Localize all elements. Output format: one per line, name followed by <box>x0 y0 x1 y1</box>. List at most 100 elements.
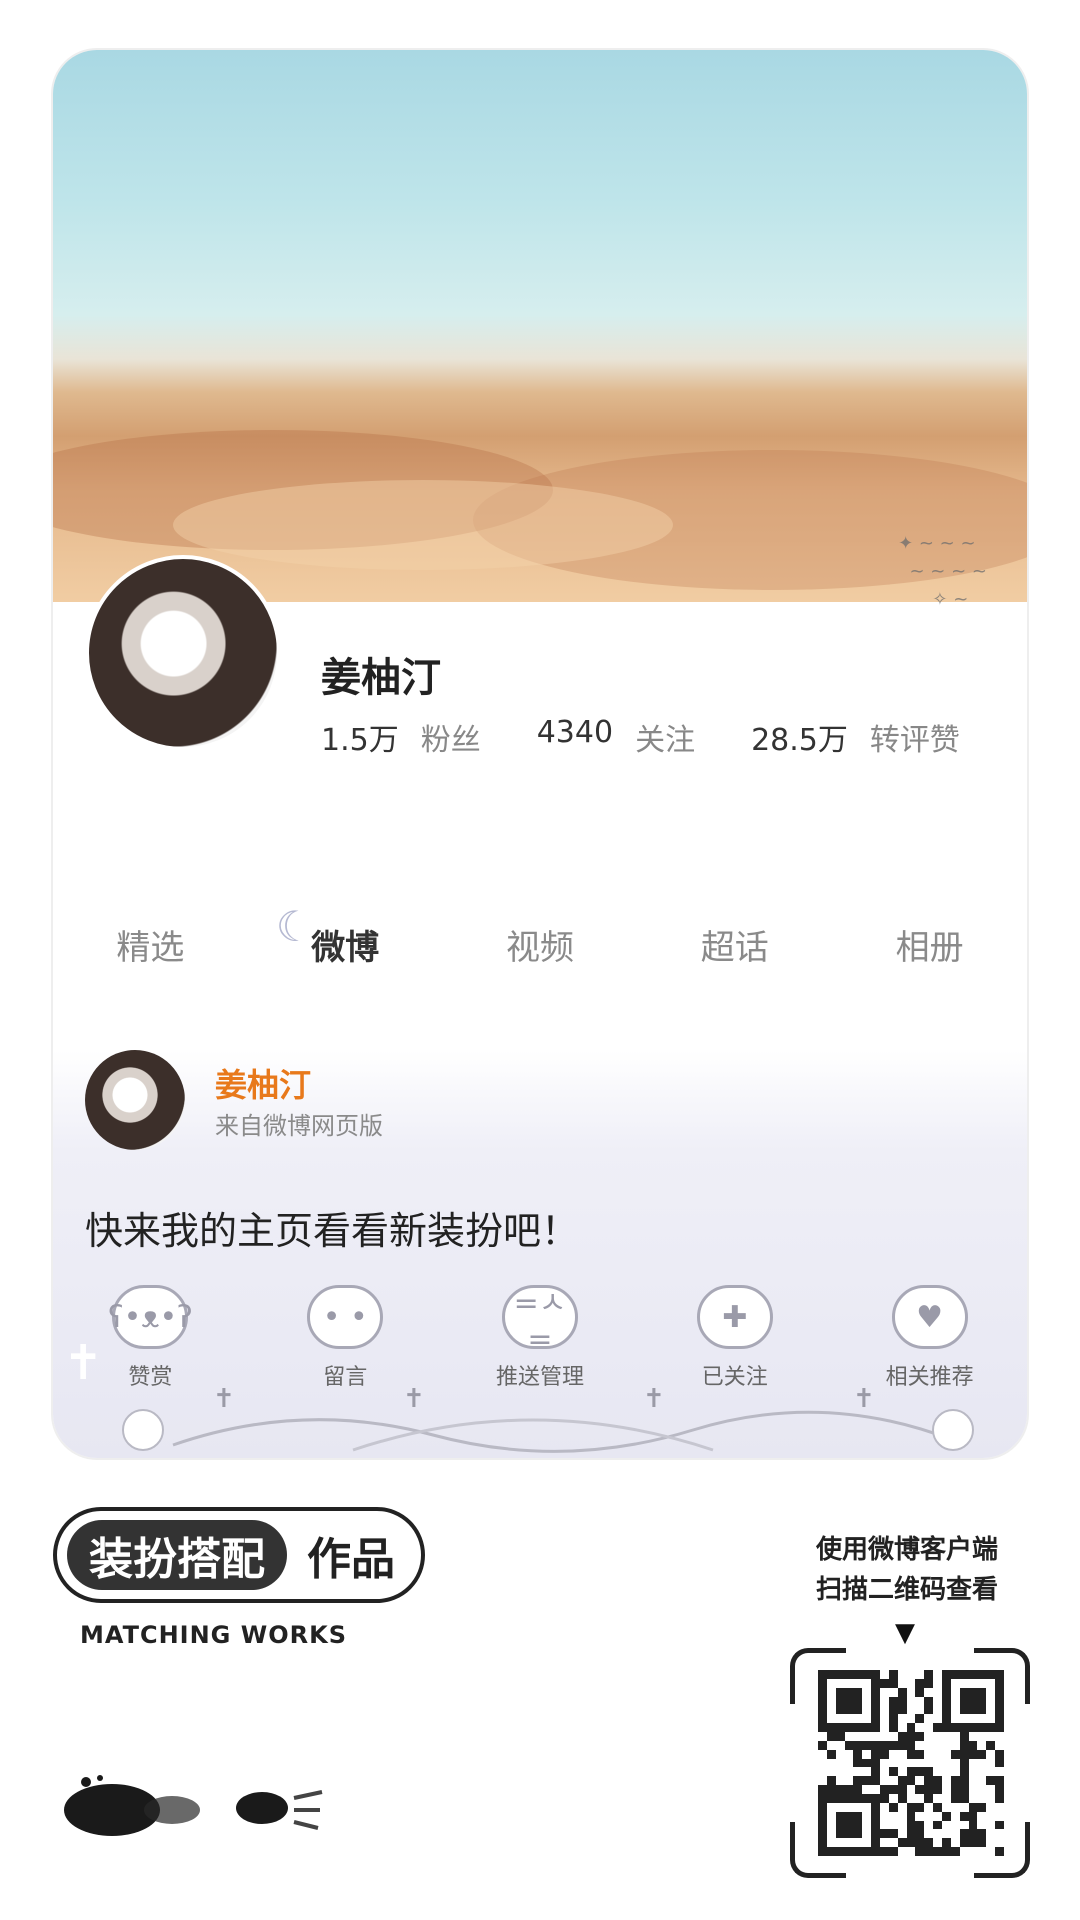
stat-following[interactable]: 4340 关注 <box>537 715 695 759</box>
qr-module <box>950 1793 960 1803</box>
qr-module <box>995 1767 1004 1776</box>
qr-module <box>862 1670 872 1679</box>
qr-module <box>915 1678 925 1688</box>
qr-module <box>977 1679 986 1688</box>
qr-module <box>906 1811 916 1821</box>
stat-value: 1.5万 <box>321 723 399 758</box>
qr-module <box>853 1803 862 1812</box>
qr-module <box>969 1847 978 1856</box>
qr-module <box>941 1687 951 1697</box>
profile-avatar[interactable] <box>85 555 281 751</box>
tab-album[interactable]: 相册 <box>832 920 1027 969</box>
qr-module <box>862 1714 871 1723</box>
qr-module <box>845 1759 854 1768</box>
qr-module <box>907 1705 916 1714</box>
qr-module <box>968 1723 978 1732</box>
qr-module <box>880 1705 889 1714</box>
post-author[interactable]: 姜柚汀 <box>215 1060 311 1106</box>
qr-code-frame[interactable] <box>790 1648 1030 1878</box>
qr-module <box>907 1785 916 1794</box>
qr-module <box>933 1847 942 1856</box>
qr-module <box>933 1741 942 1750</box>
stat-interactions[interactable]: 28.5万 转评赞 <box>751 715 960 759</box>
arrow-down-icon: ▼ <box>895 1618 915 1648</box>
qr-module <box>835 1829 845 1839</box>
qr-module <box>933 1767 942 1776</box>
stat-followers[interactable]: 1.5万 粉丝 <box>321 715 481 759</box>
qr-module <box>818 1723 827 1732</box>
qr-module <box>844 1740 854 1750</box>
qr-module <box>906 1767 916 1777</box>
related-recommend-button[interactable]: ♥ 相关推荐 <box>832 1285 1027 1391</box>
qr-module <box>959 1758 969 1768</box>
qr-module <box>880 1803 889 1812</box>
qr-module <box>933 1688 942 1697</box>
push-management-button[interactable]: =ㅅ= 推送管理 <box>443 1285 638 1391</box>
qr-module <box>818 1811 827 1821</box>
qr-module <box>995 1696 1004 1706</box>
qr-module <box>826 1785 836 1794</box>
cross-icon: ✚ <box>696 1285 773 1349</box>
qr-module <box>986 1821 995 1830</box>
qr-module <box>880 1759 889 1768</box>
tab-weibo[interactable]: ☾ 微博 <box>248 902 443 969</box>
qr-module <box>986 1776 996 1786</box>
qr-module <box>986 1688 995 1697</box>
qr-module <box>827 1705 836 1714</box>
qr-module <box>959 1687 969 1697</box>
tab-video[interactable]: 视频 <box>443 920 638 969</box>
post-avatar[interactable] <box>85 1050 185 1150</box>
qr-module <box>845 1679 854 1688</box>
qr-module <box>879 1740 889 1750</box>
qr-module <box>977 1749 987 1759</box>
qr-module <box>888 1829 898 1839</box>
qr-module <box>880 1714 889 1723</box>
qr-module <box>845 1838 854 1847</box>
followed-button[interactable]: ✚ 已关注 <box>637 1285 832 1391</box>
qr-module <box>897 1687 907 1697</box>
qr-module <box>862 1723 872 1732</box>
qr-module <box>986 1732 995 1741</box>
qr-module <box>995 1829 1004 1838</box>
qr-module <box>915 1714 925 1724</box>
qr-module <box>897 1731 907 1741</box>
post-text: 快来我的主页看看新装扮吧！ <box>85 1209 580 1253</box>
qr-module <box>986 1829 995 1838</box>
qr-module <box>968 1811 978 1821</box>
qr-module <box>853 1679 862 1688</box>
qr-module <box>951 1821 960 1830</box>
qr-code[interactable] <box>818 1670 1004 1856</box>
comment-button[interactable]: • • 留言 <box>248 1285 443 1391</box>
qr-module <box>951 1732 960 1741</box>
qr-module <box>941 1696 951 1706</box>
qr-module <box>836 1759 845 1768</box>
tab-super-topic[interactable]: 超话 <box>637 920 832 969</box>
qr-module <box>836 1679 845 1688</box>
qr-module <box>924 1732 933 1741</box>
qr-module <box>826 1670 836 1679</box>
qr-module <box>995 1812 1004 1821</box>
action-label: 已关注 <box>701 1365 768 1390</box>
qr-module <box>845 1714 854 1723</box>
qr-module <box>986 1697 995 1706</box>
qr-module <box>818 1847 827 1856</box>
qr-module <box>941 1670 951 1679</box>
qr-module <box>924 1759 933 1768</box>
qr-module <box>959 1785 969 1794</box>
qr-module <box>853 1749 863 1759</box>
heart-icon: ♥ <box>891 1285 968 1349</box>
qr-module <box>951 1767 960 1776</box>
qr-module <box>889 1838 898 1847</box>
qr-module <box>959 1749 969 1759</box>
qr-module <box>862 1758 872 1768</box>
qr-module <box>818 1696 827 1706</box>
qr-module <box>862 1688 871 1697</box>
qr-module <box>853 1670 863 1679</box>
tab-featured[interactable]: 精选 <box>53 920 248 969</box>
qr-module <box>836 1838 845 1847</box>
qr-module <box>933 1829 942 1838</box>
qr-module <box>836 1776 845 1785</box>
qr-module <box>818 1670 827 1679</box>
qr-module <box>862 1679 871 1688</box>
qr-module <box>915 1847 925 1856</box>
